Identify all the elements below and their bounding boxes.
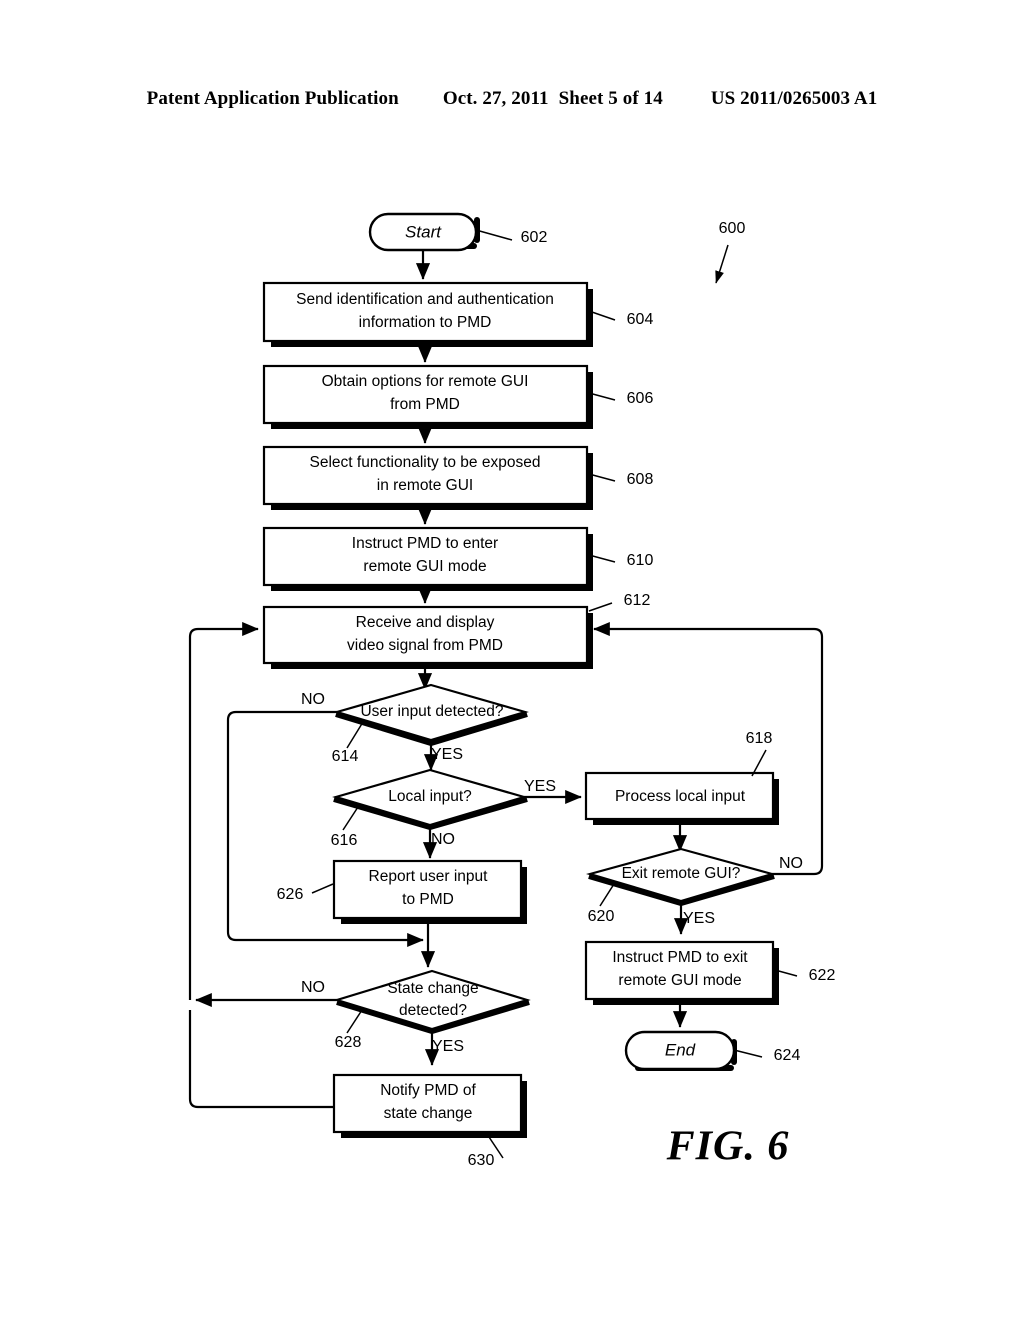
ref-label-614: 614 bbox=[332, 748, 359, 765]
ref-label-618: 618 bbox=[746, 730, 773, 747]
ref-label-626: 626 bbox=[277, 886, 304, 903]
edge-630-loop-to-left-rail bbox=[188, 1010, 334, 1109]
node-obtain-options: Obtain options for remote GUI from PMD 6… bbox=[262, 364, 654, 429]
node-receive-display: Receive and display video signal from PM… bbox=[262, 592, 651, 669]
node-select-functionality-line2: in remote GUI bbox=[377, 477, 473, 494]
ref-label-616: 616 bbox=[331, 832, 358, 849]
node-obtain-options-line2: from PMD bbox=[390, 396, 460, 413]
ref-label-602: 602 bbox=[521, 229, 548, 246]
ref-label-606: 606 bbox=[627, 390, 654, 407]
branch-label-exit-gui-no: NO bbox=[779, 855, 803, 872]
flowchart-figure: 600 Start 602 Send identification and au… bbox=[0, 0, 1024, 1320]
node-notify-state-change-line1: Notify PMD of bbox=[380, 1082, 476, 1099]
node-end-label: End bbox=[665, 1040, 696, 1059]
node-local-input-label: Local input? bbox=[388, 788, 472, 805]
branch-label-user-input-yes: YES bbox=[431, 746, 463, 763]
diagram-ref-600: 600 bbox=[715, 220, 746, 284]
node-report-user-input-line2: to PMD bbox=[402, 891, 454, 908]
node-notify-state-change: Notify PMD of state change 630 bbox=[332, 1073, 527, 1169]
edge-620-no-loop-to-612 bbox=[593, 621, 824, 876]
node-instruct-exit-line1: Instruct PMD to exit bbox=[612, 949, 748, 966]
node-local-input: Local input? 616 bbox=[331, 768, 528, 849]
node-send-auth: Send identification and authentication i… bbox=[262, 281, 654, 347]
ref-label-610: 610 bbox=[627, 552, 654, 569]
node-instruct-enter-line2: remote GUI mode bbox=[363, 558, 486, 575]
node-receive-display-line1: Receive and display bbox=[356, 614, 495, 631]
node-instruct-enter: Instruct PMD to enter remote GUI mode 61… bbox=[262, 526, 654, 591]
node-user-input-detected: User input detected? 614 bbox=[332, 683, 529, 765]
node-obtain-options-line1: Obtain options for remote GUI bbox=[322, 373, 529, 390]
node-report-user-input-line1: Report user input bbox=[369, 868, 489, 885]
ref-label-608: 608 bbox=[627, 471, 654, 488]
edge-left-rail-to-612 bbox=[188, 621, 259, 1000]
node-select-functionality: Select functionality to be exposed in re… bbox=[262, 445, 654, 510]
branch-label-local-input-no: NO bbox=[431, 831, 455, 848]
node-instruct-exit: Instruct PMD to exit remote GUI mode 622 bbox=[584, 940, 836, 1005]
ref-label-604: 604 bbox=[627, 311, 654, 328]
node-instruct-enter-line1: Instruct PMD to enter bbox=[352, 535, 498, 552]
node-receive-display-line2: video signal from PMD bbox=[347, 637, 503, 654]
node-start-label: Start bbox=[405, 222, 442, 241]
ref-label-612: 612 bbox=[624, 592, 651, 609]
ref-label-622: 622 bbox=[809, 967, 836, 984]
node-notify-state-change-line2: state change bbox=[384, 1105, 473, 1122]
node-select-functionality-line1: Select functionality to be exposed bbox=[310, 454, 541, 471]
node-state-change-line1: State change bbox=[387, 980, 478, 997]
node-end: End 624 bbox=[624, 1030, 801, 1071]
node-process-local-input-label: Process local input bbox=[615, 788, 746, 805]
branch-label-local-input-yes: YES bbox=[524, 778, 556, 795]
branch-label-exit-gui-yes: YES bbox=[683, 910, 715, 927]
ref-label-630: 630 bbox=[468, 1152, 495, 1169]
branch-label-state-change-no: NO bbox=[301, 979, 325, 996]
branch-label-user-input-no: NO bbox=[301, 691, 325, 708]
node-user-input-detected-label: User input detected? bbox=[360, 703, 503, 720]
node-instruct-exit-line2: remote GUI mode bbox=[618, 972, 741, 989]
ref-label-600: 600 bbox=[719, 220, 746, 237]
node-exit-remote-gui-label: Exit remote GUI? bbox=[622, 865, 741, 882]
ref-label-628: 628 bbox=[335, 1034, 362, 1051]
node-send-auth-line2: information to PMD bbox=[359, 314, 492, 331]
node-report-user-input: Report user input to PMD 626 bbox=[277, 859, 527, 924]
node-state-change-line2: detected? bbox=[399, 1002, 467, 1019]
node-process-local-input: Process local input 618 bbox=[584, 730, 779, 825]
figure-label: FIG. 6 bbox=[666, 1124, 790, 1170]
branch-label-state-change-yes: YES bbox=[432, 1038, 464, 1055]
node-start: Start 602 bbox=[368, 212, 548, 252]
ref-label-620: 620 bbox=[588, 908, 615, 925]
ref-label-624: 624 bbox=[774, 1047, 801, 1064]
node-send-auth-line1: Send identification and authentication bbox=[296, 291, 554, 308]
